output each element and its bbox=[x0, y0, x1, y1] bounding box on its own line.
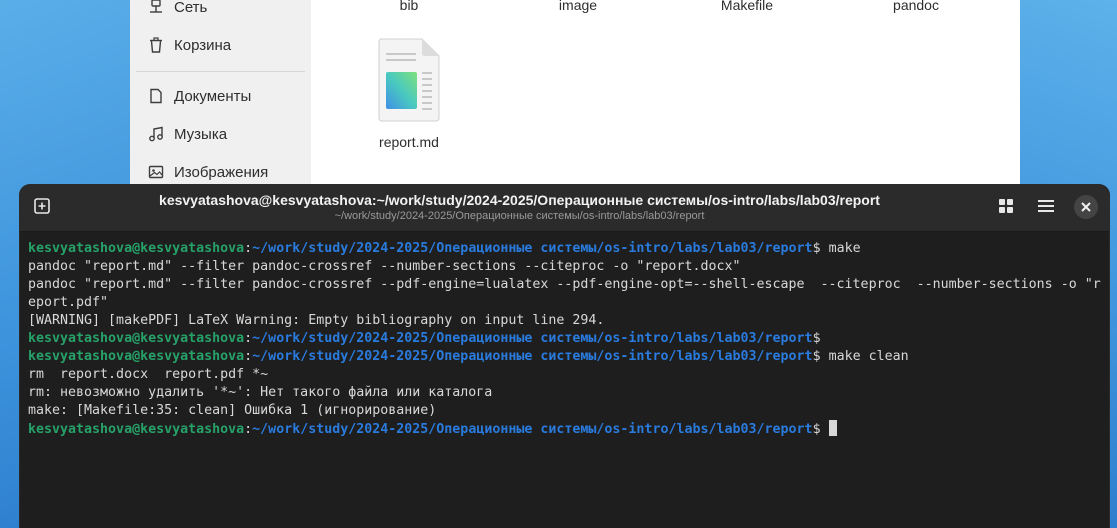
sidebar-item-label: Музыка bbox=[174, 125, 228, 143]
output-line: eport.pdf" bbox=[28, 295, 109, 310]
sidebar-item-documents[interactable]: Документы bbox=[148, 83, 251, 109]
window-title: kesvyatashova@kesvyatashova:~/work/study… bbox=[159, 192, 880, 208]
file-item-image[interactable]: image bbox=[518, 0, 638, 13]
prompt-user: kesvyatashova@kesvyatashova bbox=[28, 331, 245, 346]
sidebar-item-label: Документы bbox=[174, 87, 252, 105]
file-manager-window: Сеть Корзина Документы Музыка Изображени… bbox=[130, 0, 1020, 200]
terminal-window[interactable]: kesvyatashova@kesvyatashova:~/work/study… bbox=[20, 185, 1109, 528]
close-button[interactable] bbox=[1074, 195, 1098, 219]
prompt-user: kesvyatashova@kesvyatashova bbox=[28, 422, 245, 437]
terminal-output[interactable]: kesvyatashova@kesvyatashova:~/work/study… bbox=[28, 240, 1101, 438]
prompt-path: ~/work/study/2024-2025/Операционные сист… bbox=[252, 349, 813, 364]
file-item-report-md[interactable]: report.md bbox=[349, 134, 469, 150]
hamburger-menu-icon bbox=[1038, 199, 1054, 218]
output-line: make: [Makefile:35: clean] Ошибка 1 (игн… bbox=[28, 403, 437, 418]
prompt-line: kesvyatashova@kesvyatashova:~/work/study… bbox=[28, 330, 1101, 348]
sidebar-item-label: Корзина bbox=[174, 36, 232, 54]
prompt-line: kesvyatashova@kesvyatashova:~/work/study… bbox=[28, 420, 1101, 438]
prompt-user: kesvyatashova@kesvyatashova bbox=[28, 349, 245, 364]
trash-icon bbox=[148, 37, 164, 53]
output-line: [WARNING] [makePDF] LaTeX Warning: Empty… bbox=[28, 313, 605, 328]
prompt-separator: : bbox=[244, 241, 253, 256]
prompt-separator: : bbox=[244, 331, 253, 346]
file-item-bib[interactable]: bib bbox=[349, 0, 469, 13]
sidebar-item-label: Сеть bbox=[174, 0, 208, 16]
markdown-file-icon[interactable] bbox=[376, 38, 442, 122]
new-tab-button[interactable] bbox=[27, 193, 57, 223]
file-item-pandoc[interactable]: pandoc bbox=[856, 0, 976, 13]
document-icon bbox=[148, 88, 164, 104]
output-line: pandoc "report.md" --filter pandoc-cross… bbox=[28, 277, 1101, 292]
file-grid: bib image Makefile pandoc report.md bbox=[311, 0, 1020, 200]
sidebar-divider bbox=[136, 71, 305, 72]
output-line: rm: невозможно удалить '*~': Нет такого … bbox=[28, 385, 493, 400]
prompt-separator: : bbox=[244, 422, 253, 437]
sidebar-item-trash[interactable]: Корзина bbox=[148, 32, 231, 58]
close-icon bbox=[1081, 199, 1091, 215]
terminal-headerbar: kesvyatashova@kesvyatashova:~/work/study… bbox=[20, 185, 1109, 232]
new-tab-icon bbox=[33, 197, 51, 220]
network-icon bbox=[148, 0, 164, 15]
sidebar-item-music[interactable]: Музыка bbox=[148, 121, 227, 147]
command-text: $ bbox=[812, 422, 829, 437]
command-text: $ bbox=[812, 331, 821, 346]
prompt-path: ~/work/study/2024-2025/Операционные сист… bbox=[252, 331, 813, 346]
sidebar-item-label: Изображения bbox=[174, 163, 269, 181]
command-text: $ make bbox=[812, 241, 861, 256]
tab-overview-button[interactable] bbox=[991, 193, 1021, 223]
output-line: rm report.docx report.pdf *~ bbox=[28, 367, 269, 382]
window-subtitle: ~/work/study/2024-2025/Операционные сист… bbox=[334, 210, 705, 222]
main-menu-button[interactable] bbox=[1031, 193, 1061, 223]
sidebar-item-pictures[interactable]: Изображения bbox=[148, 159, 268, 185]
prompt-path: ~/work/study/2024-2025/Операционные сист… bbox=[252, 241, 813, 256]
prompt-user: kesvyatashova@kesvyatashova bbox=[28, 241, 245, 256]
prompt-separator: : bbox=[244, 349, 253, 364]
output-line: pandoc "report.md" --filter pandoc-cross… bbox=[28, 259, 741, 274]
prompt-line: kesvyatashova@kesvyatashova:~/work/study… bbox=[28, 240, 1101, 258]
prompt-line: kesvyatashova@kesvyatashova:~/work/study… bbox=[28, 348, 1101, 366]
sidebar-item-network[interactable]: Сеть bbox=[148, 0, 207, 20]
grid-icon bbox=[998, 198, 1014, 219]
text-cursor bbox=[828, 420, 837, 436]
image-icon bbox=[148, 164, 164, 180]
prompt-path: ~/work/study/2024-2025/Операционные сист… bbox=[252, 422, 813, 437]
music-icon bbox=[148, 126, 164, 142]
file-item-makefile[interactable]: Makefile bbox=[687, 0, 807, 13]
command-text: $ make clean bbox=[812, 349, 909, 364]
file-manager-sidebar: Сеть Корзина Документы Музыка Изображени… bbox=[130, 0, 312, 200]
